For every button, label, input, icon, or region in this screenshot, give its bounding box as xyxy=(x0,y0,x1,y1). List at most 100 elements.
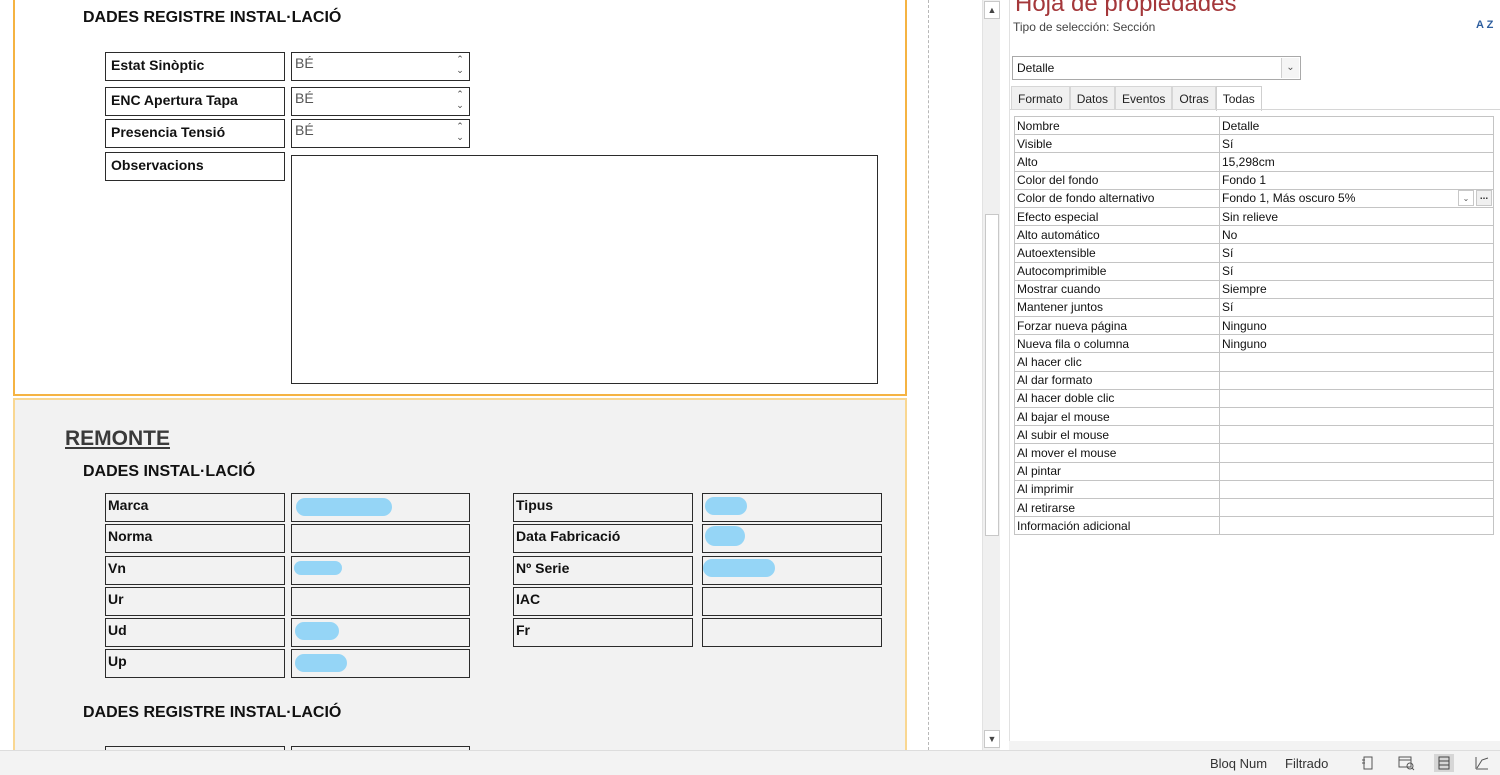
detail-section-top[interactable]: DADES REGISTRE INSTAL·LACIÓ Estat Sinòpt… xyxy=(13,0,907,396)
property-name[interactable]: Al hacer clic xyxy=(1014,352,1220,372)
label-tipus[interactable]: Tipus xyxy=(513,493,693,522)
field-estat-sinoptic[interactable]: BÉ ⌃ ⌄ xyxy=(291,52,470,81)
property-name[interactable]: Autoextensible xyxy=(1014,243,1220,263)
property-row[interactable]: Autocomprimible Sí xyxy=(1014,261,1494,281)
property-value[interactable] xyxy=(1219,443,1494,463)
property-value[interactable] xyxy=(1219,479,1494,499)
property-value[interactable] xyxy=(1219,352,1494,372)
property-row[interactable]: Nueva fila o columna Ninguno xyxy=(1014,334,1494,354)
property-value[interactable]: Sí xyxy=(1219,297,1494,318)
field-vn[interactable] xyxy=(291,556,470,585)
chevron-down-icon[interactable]: ⌄ xyxy=(1458,190,1474,206)
property-name[interactable]: Color del fondo xyxy=(1014,170,1220,190)
tab-eventos[interactable]: Eventos xyxy=(1115,86,1173,110)
property-value[interactable]: Detalle xyxy=(1219,115,1494,136)
tab-formato[interactable]: Formato xyxy=(1011,86,1070,110)
tab-otras[interactable]: Otras xyxy=(1172,86,1216,110)
property-value[interactable]: Ninguno xyxy=(1219,316,1494,336)
property-value[interactable]: Sin relieve xyxy=(1219,206,1494,227)
property-row[interactable]: Al retirarse xyxy=(1014,497,1494,518)
field-n-serie[interactable] xyxy=(702,556,882,585)
property-row[interactable]: Al subir el mouse xyxy=(1014,425,1494,445)
property-row[interactable]: Al dar formato xyxy=(1014,370,1494,390)
property-value[interactable] xyxy=(1219,425,1494,445)
property-row[interactable]: Información adicional xyxy=(1014,516,1494,536)
property-name[interactable]: Al mover el mouse xyxy=(1014,443,1220,463)
property-name[interactable]: Alto automático xyxy=(1014,225,1220,245)
property-value[interactable] xyxy=(1219,388,1494,409)
layout-view-icon[interactable] xyxy=(1472,754,1492,772)
property-row[interactable]: Alto automático No xyxy=(1014,225,1494,245)
property-name[interactable]: Forzar nueva página xyxy=(1014,316,1220,336)
property-row[interactable]: Nombre Detalle xyxy=(1014,115,1494,136)
property-value[interactable]: No xyxy=(1219,225,1494,245)
spinner-icon[interactable]: ⌃ ⌄ xyxy=(455,89,465,113)
property-name[interactable]: Mostrar cuando xyxy=(1014,279,1220,299)
label-fr[interactable]: Fr xyxy=(513,618,693,647)
property-row[interactable]: Al imprimir xyxy=(1014,479,1494,499)
scrollbar-thumb[interactable] xyxy=(985,214,999,536)
property-name[interactable]: Alto xyxy=(1014,152,1220,172)
field-iac[interactable] xyxy=(702,587,882,616)
builder-button[interactable]: ... xyxy=(1476,190,1492,206)
field-observacions[interactable] xyxy=(291,155,878,384)
label-n-serie[interactable]: Nº Serie xyxy=(513,556,693,585)
property-row[interactable]: Color del fondo Fondo 1 xyxy=(1014,170,1494,190)
property-row[interactable]: Visible Sí xyxy=(1014,134,1494,154)
property-row[interactable]: Forzar nueva página Ninguno xyxy=(1014,316,1494,336)
label-marca[interactable]: Marca xyxy=(105,493,285,522)
label-ur[interactable]: Ur xyxy=(105,587,285,616)
field-ud[interactable] xyxy=(291,618,470,647)
property-name[interactable]: Mantener juntos xyxy=(1014,297,1220,318)
scroll-down-icon[interactable]: ▼ xyxy=(984,730,1000,748)
field-up[interactable] xyxy=(291,649,470,678)
section-header-registre[interactable]: DADES REGISTRE INSTAL·LACIÓ xyxy=(83,9,341,27)
field-enc-apertura-tapa[interactable]: BÉ ⌃ ⌄ xyxy=(291,87,470,116)
property-value[interactable]: Ninguno xyxy=(1219,334,1494,354)
property-name[interactable]: Visible xyxy=(1014,134,1220,154)
detail-section-bottom[interactable]: REMONTE DADES INSTAL·LACIÓ Marca Norma V… xyxy=(13,398,907,750)
property-value[interactable] xyxy=(1219,406,1494,427)
property-name[interactable]: Nueva fila o columna xyxy=(1014,334,1220,354)
field-fr[interactable] xyxy=(702,618,882,647)
property-row[interactable]: Al mover el mouse xyxy=(1014,443,1494,463)
report-view-icon[interactable] xyxy=(1358,754,1378,772)
property-name[interactable]: Nombre xyxy=(1014,115,1220,136)
property-row[interactable]: Al hacer clic xyxy=(1014,352,1494,372)
property-value[interactable] xyxy=(1219,497,1494,518)
property-row[interactable]: Al pintar xyxy=(1014,461,1494,481)
field-tipus[interactable] xyxy=(702,493,882,522)
property-row[interactable]: Al bajar el mouse xyxy=(1014,406,1494,427)
field-marca[interactable] xyxy=(291,493,470,522)
label-observacions[interactable]: Observacions xyxy=(105,152,285,181)
label-up[interactable]: Up xyxy=(105,649,285,678)
property-row[interactable]: Al hacer doble clic xyxy=(1014,388,1494,409)
label-iac[interactable]: IAC xyxy=(513,587,693,616)
chevron-down-icon[interactable]: ⌄ xyxy=(1281,58,1299,78)
report-design-surface[interactable]: DADES REGISTRE INSTAL·LACIÓ Estat Sinòpt… xyxy=(0,0,930,750)
label-estat-sinoptic[interactable]: Estat Sinòptic xyxy=(105,52,285,81)
tab-todas[interactable]: Todas xyxy=(1215,86,1262,111)
tab-datos[interactable]: Datos xyxy=(1069,86,1116,110)
field-presencia-tensio[interactable]: BÉ ⌃ ⌄ xyxy=(291,119,470,148)
property-value[interactable] xyxy=(1219,461,1494,481)
property-value[interactable]: Fondo 1, Más oscuro 5% ⌄... xyxy=(1219,188,1494,208)
property-row[interactable]: Alto 15,298cm xyxy=(1014,152,1494,172)
property-name[interactable]: Al dar formato xyxy=(1014,370,1220,390)
property-name[interactable]: Al subir el mouse xyxy=(1014,425,1220,445)
property-value[interactable]: Fondo 1 xyxy=(1219,170,1494,190)
label-data-fabricacio[interactable]: Data Fabricació xyxy=(513,524,693,553)
section-header-installacio[interactable]: DADES INSTAL·LACIÓ xyxy=(83,463,255,481)
property-name[interactable]: Al imprimir xyxy=(1014,479,1220,499)
object-selector[interactable]: Detalle ⌄ xyxy=(1012,56,1301,80)
property-name[interactable]: Al bajar el mouse xyxy=(1014,406,1220,427)
property-name[interactable]: Información adicional xyxy=(1014,516,1220,536)
scroll-up-icon[interactable]: ▲ xyxy=(984,1,1000,19)
label-presencia-tensio[interactable]: Presencia Tensió xyxy=(105,119,285,148)
label-ud[interactable]: Ud xyxy=(105,618,285,647)
property-value[interactable]: Sí xyxy=(1219,134,1494,154)
property-value[interactable]: 15,298cm xyxy=(1219,152,1494,172)
label-enc-apertura-tapa[interactable]: ENC Apertura Tapa xyxy=(105,87,285,116)
property-value[interactable]: Siempre xyxy=(1219,279,1494,299)
spinner-icon[interactable]: ⌃ ⌄ xyxy=(455,121,465,145)
